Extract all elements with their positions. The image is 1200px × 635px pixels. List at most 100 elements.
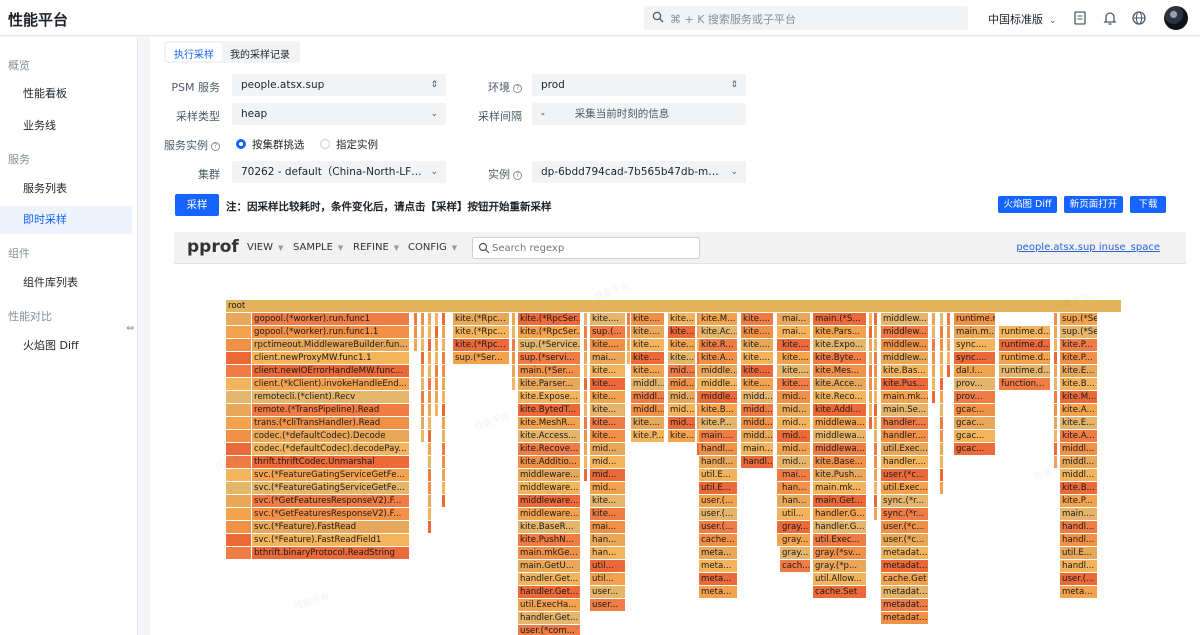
flame-frame[interactable]: mid... bbox=[590, 443, 626, 455]
flame-frame[interactable] bbox=[226, 547, 252, 559]
flame-frame[interactable]: meta... bbox=[699, 586, 738, 598]
flame-frame[interactable]: kite.... bbox=[631, 326, 665, 338]
flame-frame[interactable] bbox=[428, 482, 432, 494]
flame-frame[interactable]: kite.Mes... bbox=[813, 365, 867, 377]
flame-frame[interactable] bbox=[435, 339, 439, 351]
flame-frame[interactable]: prov... bbox=[954, 391, 996, 403]
flame-frame[interactable]: main.GetU... bbox=[518, 560, 581, 572]
global-search-input[interactable]: ⌘ + K 搜索服务或子平台 bbox=[644, 6, 968, 30]
flame-frame[interactable] bbox=[226, 417, 252, 429]
menu-config[interactable]: CONFIG ▼ bbox=[408, 242, 457, 253]
flame-frame[interactable]: handl... bbox=[1060, 534, 1098, 546]
flame-frame[interactable]: middl... bbox=[1060, 469, 1098, 481]
flame-frame[interactable] bbox=[874, 339, 878, 351]
flame-frame[interactable]: kite.Pars... bbox=[813, 326, 867, 338]
flame-frame[interactable]: user.(... bbox=[699, 495, 738, 507]
flame-frame[interactable]: mid... bbox=[590, 456, 626, 468]
radio-specific-instance[interactable]: 指定实例 bbox=[320, 137, 378, 152]
flame-frame[interactable]: middl... bbox=[631, 378, 665, 390]
flame-frame[interactable]: util.Allow... bbox=[813, 573, 867, 585]
flame-frame[interactable] bbox=[428, 391, 432, 403]
flame-frame[interactable] bbox=[947, 313, 951, 325]
flame-frame[interactable]: kite... bbox=[590, 430, 626, 442]
flame-frame[interactable]: kite.Access... bbox=[518, 430, 581, 442]
flame-frame[interactable]: main.m... bbox=[954, 326, 996, 338]
flame-frame[interactable]: user... bbox=[590, 586, 626, 598]
flame-frame[interactable]: runtime.main bbox=[954, 313, 996, 325]
flame-frame[interactable]: util.E... bbox=[699, 482, 738, 494]
flame-frame[interactable] bbox=[421, 404, 425, 416]
flame-frame[interactable]: handl... bbox=[699, 456, 738, 468]
flame-frame[interactable]: middl... bbox=[631, 391, 665, 403]
flame-frame[interactable]: kite.(*Rpc... bbox=[453, 326, 510, 338]
flame-frame[interactable] bbox=[1054, 378, 1058, 390]
flame-frame[interactable]: codec.(*defaultCodec).Decode bbox=[252, 430, 410, 442]
flame-frame[interactable]: kite.Additio... bbox=[518, 456, 581, 468]
flame-frame[interactable] bbox=[435, 378, 439, 390]
flame-frame[interactable]: han... bbox=[590, 547, 626, 559]
tab-execute-sampling[interactable]: 执行采样 bbox=[166, 43, 222, 61]
flame-frame[interactable]: kite.P... bbox=[1060, 495, 1098, 507]
env-select[interactable]: prod ⇕ bbox=[532, 74, 746, 96]
flame-frame[interactable]: trans.(*cliTransHandler).Read bbox=[252, 417, 410, 429]
flame-frame[interactable]: sup.(*servi... bbox=[518, 352, 581, 364]
flame-frame[interactable] bbox=[428, 313, 432, 325]
flame-frame[interactable] bbox=[940, 443, 944, 455]
flame-frame[interactable]: mid... bbox=[668, 404, 696, 416]
flame-graph[interactable]: root gopool.(*worker).run.func1 gopool.(*w… bbox=[174, 264, 1186, 635]
flame-frame[interactable] bbox=[226, 456, 252, 468]
flame-frame[interactable] bbox=[421, 352, 425, 364]
flame-frame[interactable] bbox=[1054, 417, 1058, 429]
flame-frame[interactable]: main.(*S... bbox=[813, 313, 867, 325]
flame-frame[interactable] bbox=[435, 352, 439, 364]
flame-frame[interactable]: midd... bbox=[741, 417, 774, 429]
flame-frame[interactable]: kite.... bbox=[780, 365, 811, 377]
sidebar-collapse-icon[interactable]: ⇔ bbox=[126, 323, 138, 337]
flame-frame[interactable] bbox=[435, 326, 439, 338]
flame-frame[interactable]: thrift.thriftCodec.Unmarshal bbox=[252, 456, 410, 468]
flame-frame[interactable]: runtime.d... bbox=[999, 339, 1051, 351]
flame-frame[interactable]: client.(*kClient).invokeHandleEnd... bbox=[252, 378, 410, 390]
flame-frame[interactable]: kite.MeshR... bbox=[518, 417, 581, 429]
flame-frame[interactable] bbox=[226, 378, 252, 390]
flame-frame[interactable] bbox=[947, 365, 951, 377]
flame-frame[interactable]: mid... bbox=[780, 443, 811, 455]
flame-frame[interactable] bbox=[226, 391, 252, 403]
flame-frame[interactable]: kite.B... bbox=[1060, 482, 1098, 494]
flame-frame[interactable]: svc.(*GetFeaturesResponseV2).F... bbox=[252, 508, 410, 520]
flame-frame[interactable]: handl... bbox=[1060, 560, 1098, 572]
flame-frame[interactable]: kite.Recove... bbox=[518, 443, 581, 455]
flame-frame[interactable] bbox=[940, 365, 944, 377]
flame-frame[interactable] bbox=[1054, 443, 1058, 455]
flame-frame[interactable] bbox=[226, 352, 252, 364]
flame-frame[interactable]: runtime.d... bbox=[999, 326, 1051, 338]
flame-frame[interactable]: gray... bbox=[780, 521, 811, 533]
flame-frame[interactable]: cache... bbox=[699, 534, 738, 546]
flame-frame[interactable]: user.(... bbox=[699, 508, 738, 520]
flame-frame[interactable]: kite.... bbox=[631, 352, 665, 364]
flame-frame[interactable] bbox=[428, 417, 432, 429]
flame-frame[interactable]: kite... bbox=[590, 404, 626, 416]
flame-frame[interactable]: mid... bbox=[780, 430, 811, 442]
interval-select[interactable]: - 采集当前时刻的信息 bbox=[532, 103, 746, 125]
flame-frame[interactable]: kite.Base... bbox=[813, 456, 867, 468]
flame-frame[interactable]: util.E... bbox=[1060, 547, 1098, 559]
flame-frame[interactable]: remote.(*TransPipeline).Read bbox=[252, 404, 410, 416]
flame-frame[interactable]: middle... bbox=[699, 365, 738, 377]
flame-frame[interactable]: mid... bbox=[780, 404, 811, 416]
flame-frame[interactable]: kite.Expo... bbox=[813, 339, 867, 351]
flame-frame[interactable] bbox=[428, 456, 432, 468]
flame-frame[interactable]: gcac... bbox=[954, 430, 996, 442]
flame-frame[interactable] bbox=[421, 365, 425, 377]
flame-frame[interactable]: handler.... bbox=[881, 430, 929, 442]
flame-frame[interactable]: kite.... bbox=[631, 365, 665, 377]
flame-frame[interactable]: metadat... bbox=[881, 547, 929, 559]
sidebar-item-service-list[interactable]: 服务列表 bbox=[0, 175, 132, 203]
flame-frame[interactable] bbox=[947, 339, 951, 351]
flame-frame[interactable]: dal.I... bbox=[954, 365, 996, 377]
flame-frame[interactable]: rpctimeout.MiddlewareBuilder.fun... bbox=[252, 339, 410, 351]
flame-frame[interactable] bbox=[428, 521, 432, 533]
flame-frame[interactable] bbox=[512, 378, 516, 390]
flame-frame[interactable] bbox=[932, 378, 936, 390]
flame-frame[interactable] bbox=[874, 495, 878, 507]
